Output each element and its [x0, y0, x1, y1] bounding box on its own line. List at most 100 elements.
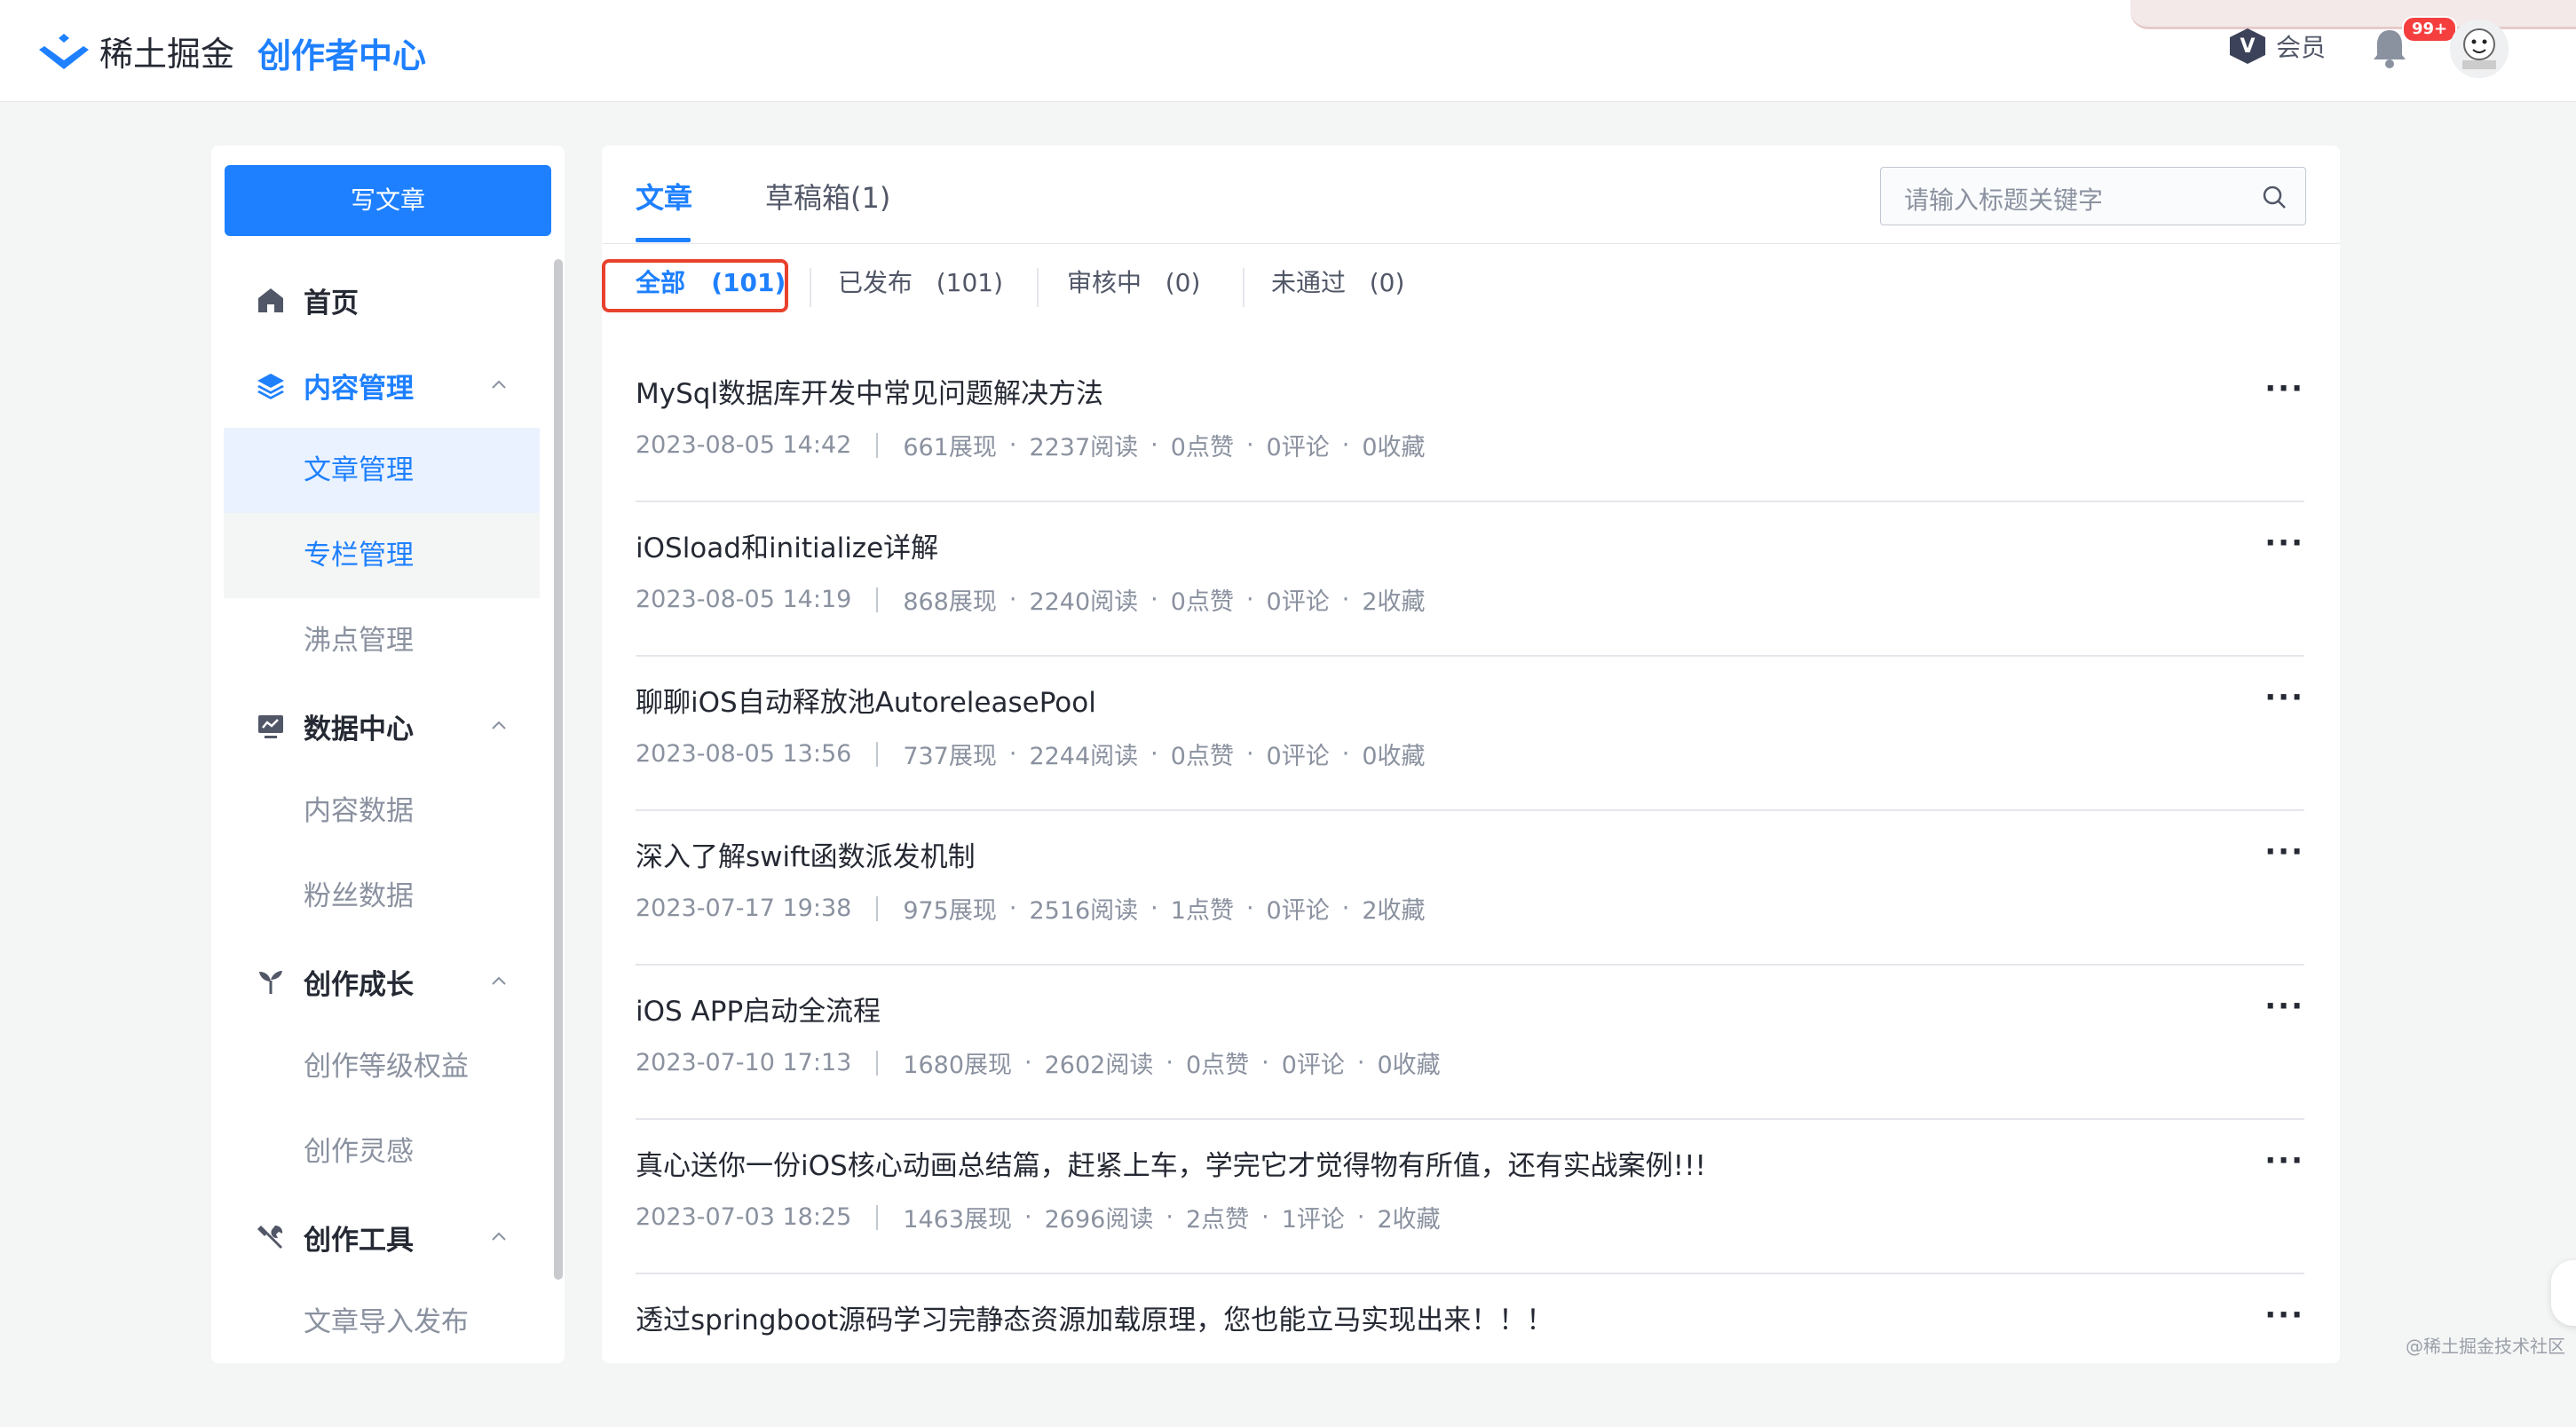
juejin-logo-icon [39, 33, 89, 69]
article-reads: 2240阅读 [1029, 588, 1139, 616]
sidebar-item-creator-growth[interactable]: 创作成长 [211, 939, 540, 1024]
article-title[interactable]: iOSload和initialize详解 [636, 525, 938, 565]
more-actions-icon[interactable]: ··· [2264, 371, 2304, 406]
article-title[interactable]: MySql数据库开发中常见问题解决方法 [636, 371, 1103, 411]
meta-dot: · [1024, 1203, 1032, 1231]
article-reads: 2237阅读 [1029, 434, 1139, 461]
sidebar-item-label: 粉丝数据 [304, 880, 414, 912]
more-actions-icon[interactable]: ··· [2264, 525, 2304, 561]
sidebar-item-content-management[interactable]: 内容管理 [211, 343, 540, 428]
layers-icon [257, 374, 284, 399]
meta-dot: · [1245, 586, 1254, 613]
article-likes: 2点赞 [1185, 1206, 1250, 1234]
sidebar-item-home[interactable]: 首页 [211, 257, 540, 343]
article-comments: 0评论 [1266, 743, 1330, 770]
filter-divider [1243, 268, 1245, 307]
filter-rejected[interactable]: 未通过 (0) [1271, 252, 1404, 314]
article-likes: 0点赞 [1185, 1052, 1250, 1079]
sidebar-item-data-center[interactable]: 数据中心 [211, 683, 540, 769]
article-row[interactable]: 深入了解swift函数派发机制 2023-07-17 19:38 975展现 · … [636, 809, 2304, 966]
tab-articles[interactable]: 文章 [636, 176, 692, 217]
more-actions-icon[interactable]: ··· [2264, 989, 2304, 1024]
meta-divider [876, 1204, 879, 1230]
sidebar-item-article-import[interactable]: 文章导入发布 [224, 1280, 540, 1365]
search-icon[interactable] [2261, 184, 2288, 210]
search-placeholder: 请输入标题关键字 [1904, 185, 2104, 215]
article-views: 1463展现 [903, 1206, 1013, 1234]
logo-text: 稀土掘金 [99, 35, 235, 74]
creator-center-title[interactable]: 创作者中心 [257, 28, 426, 77]
article-title[interactable]: 聊聊iOS自动释放池AutoreleasePool [636, 680, 1096, 720]
status-filters: 全部 (101) 已发布 (101) 审核中 (0) 未通过 (0) [602, 259, 2288, 321]
article-likes: 0点赞 [1170, 434, 1234, 461]
article-title[interactable]: 透过springboot源码学习完静态资源加载原理，您也能立马实现出来！！！ [636, 1297, 1553, 1337]
article-comments: 0评论 [1266, 588, 1330, 616]
article-row[interactable]: 真心送你一份iOS核心动画总结篇，赶紧上车，学完它才觉得物有所值，还有实战案例!… [636, 1118, 2304, 1274]
more-actions-icon[interactable]: ··· [2264, 1143, 2304, 1179]
filter-reviewing[interactable]: 审核中 (0) [1067, 252, 1200, 314]
article-title[interactable]: iOS APP启动全流程 [636, 989, 881, 1029]
more-actions-icon[interactable]: ··· [2264, 1297, 2304, 1333]
more-actions-icon[interactable]: ··· [2264, 834, 2304, 870]
article-date: 2023-07-03 18:25 [636, 1203, 852, 1231]
floating-help-button[interactable] [2551, 1260, 2576, 1326]
meta-dot: · [1341, 431, 1350, 459]
article-row[interactable]: MySql数据库开发中常见问题解决方法 2023-08-05 14:42 661… [636, 346, 2304, 502]
filter-count: (101) [711, 268, 786, 297]
chevron-up-icon [492, 721, 506, 729]
meta-divider [876, 741, 879, 767]
vip-entry[interactable]: V 会员 [2230, 28, 2326, 64]
chevron-up-icon [492, 976, 506, 985]
juejin-logo[interactable]: 稀土掘金 [39, 27, 234, 75]
meta-dot: · [1008, 586, 1017, 613]
article-comments: 0评论 [1281, 1052, 1345, 1079]
article-favorites: 0收藏 [1362, 743, 1426, 770]
decorative-strip [2130, 0, 2576, 29]
sidebar-item-creator-tools[interactable]: 创作工具 [211, 1194, 540, 1280]
article-title[interactable]: 真心送你一份iOS核心动画总结篇，赶紧上车，学完它才觉得物有所值，还有实战案例!… [636, 1143, 1706, 1183]
sidebar-item-column-management[interactable]: 专栏管理 [224, 513, 540, 598]
article-date: 2023-08-05 14:42 [636, 431, 852, 459]
filter-published[interactable]: 已发布 (101) [838, 252, 1003, 314]
article-title[interactable]: 深入了解swift函数派发机制 [636, 834, 976, 874]
article-row[interactable]: iOS APP启动全流程 2023-07-10 17:13 1680展现 · 26… [636, 964, 2304, 1120]
article-meta: 2023-08-05 13:56 737展现 · 2244阅读 · 0点赞 · 0评论… [636, 737, 1426, 771]
filter-all[interactable]: 全部 (101) [636, 252, 786, 314]
article-row[interactable]: 透过springboot源码学习完静态资源加载原理，您也能立马实现出来！！！ ·… [636, 1273, 2304, 1427]
article-favorites: 0收藏 [1377, 1052, 1441, 1079]
vip-icon: V [2230, 28, 2265, 64]
article-likes: 0点赞 [1170, 743, 1234, 770]
article-views: 661展现 [903, 434, 997, 461]
filter-label: 未通过 [1271, 268, 1347, 297]
sidebar-item-creator-level[interactable]: 创作等级权益 [224, 1024, 540, 1109]
article-row[interactable]: iOSload和initialize详解 2023-08-05 14:19 86… [636, 501, 2304, 657]
meta-dot: · [1024, 1049, 1032, 1076]
article-date: 2023-08-05 13:56 [636, 740, 852, 768]
meta-dot: · [1341, 586, 1350, 613]
avatar[interactable] [2450, 20, 2509, 78]
meta-dot: · [1341, 895, 1350, 922]
sidebar-item-pins-management[interactable]: 沸点管理 [224, 598, 540, 683]
sidebar-item-content-data[interactable]: 内容数据 [224, 769, 540, 854]
sidebar-item-label: 数据中心 [304, 713, 414, 745]
tab-drafts[interactable]: 草稿箱(1) [765, 176, 890, 217]
sidebar-item-fans-data[interactable]: 粉丝数据 [224, 854, 540, 939]
search-input[interactable]: 请输入标题关键字 [1880, 167, 2306, 225]
chart-icon [258, 715, 283, 738]
chevron-up-icon [492, 1232, 506, 1241]
article-favorites: 0收藏 [1362, 434, 1426, 461]
article-row[interactable]: 聊聊iOS自动释放池AutoreleasePool 2023-08-05 13:… [636, 655, 2304, 811]
meta-dot: · [1341, 740, 1350, 768]
article-date: 2023-08-05 14:19 [636, 586, 852, 613]
article-views: 868展现 [903, 588, 997, 616]
meta-dot: · [1008, 431, 1017, 459]
sidebar-item-creator-inspiration[interactable]: 创作灵感 [224, 1109, 540, 1194]
vip-label: 会员 [2276, 33, 2327, 62]
article-date: 2023-07-10 17:13 [636, 1049, 852, 1076]
article-comments: 0评论 [1266, 434, 1330, 461]
sidebar-item-article-management[interactable]: 文章管理 [224, 428, 540, 513]
write-article-button[interactable]: 写文章 [225, 165, 551, 236]
sidebar-scrollbar[interactable] [554, 259, 563, 1280]
filter-count: (0) [1369, 268, 1405, 297]
more-actions-icon[interactable]: ··· [2264, 680, 2304, 715]
